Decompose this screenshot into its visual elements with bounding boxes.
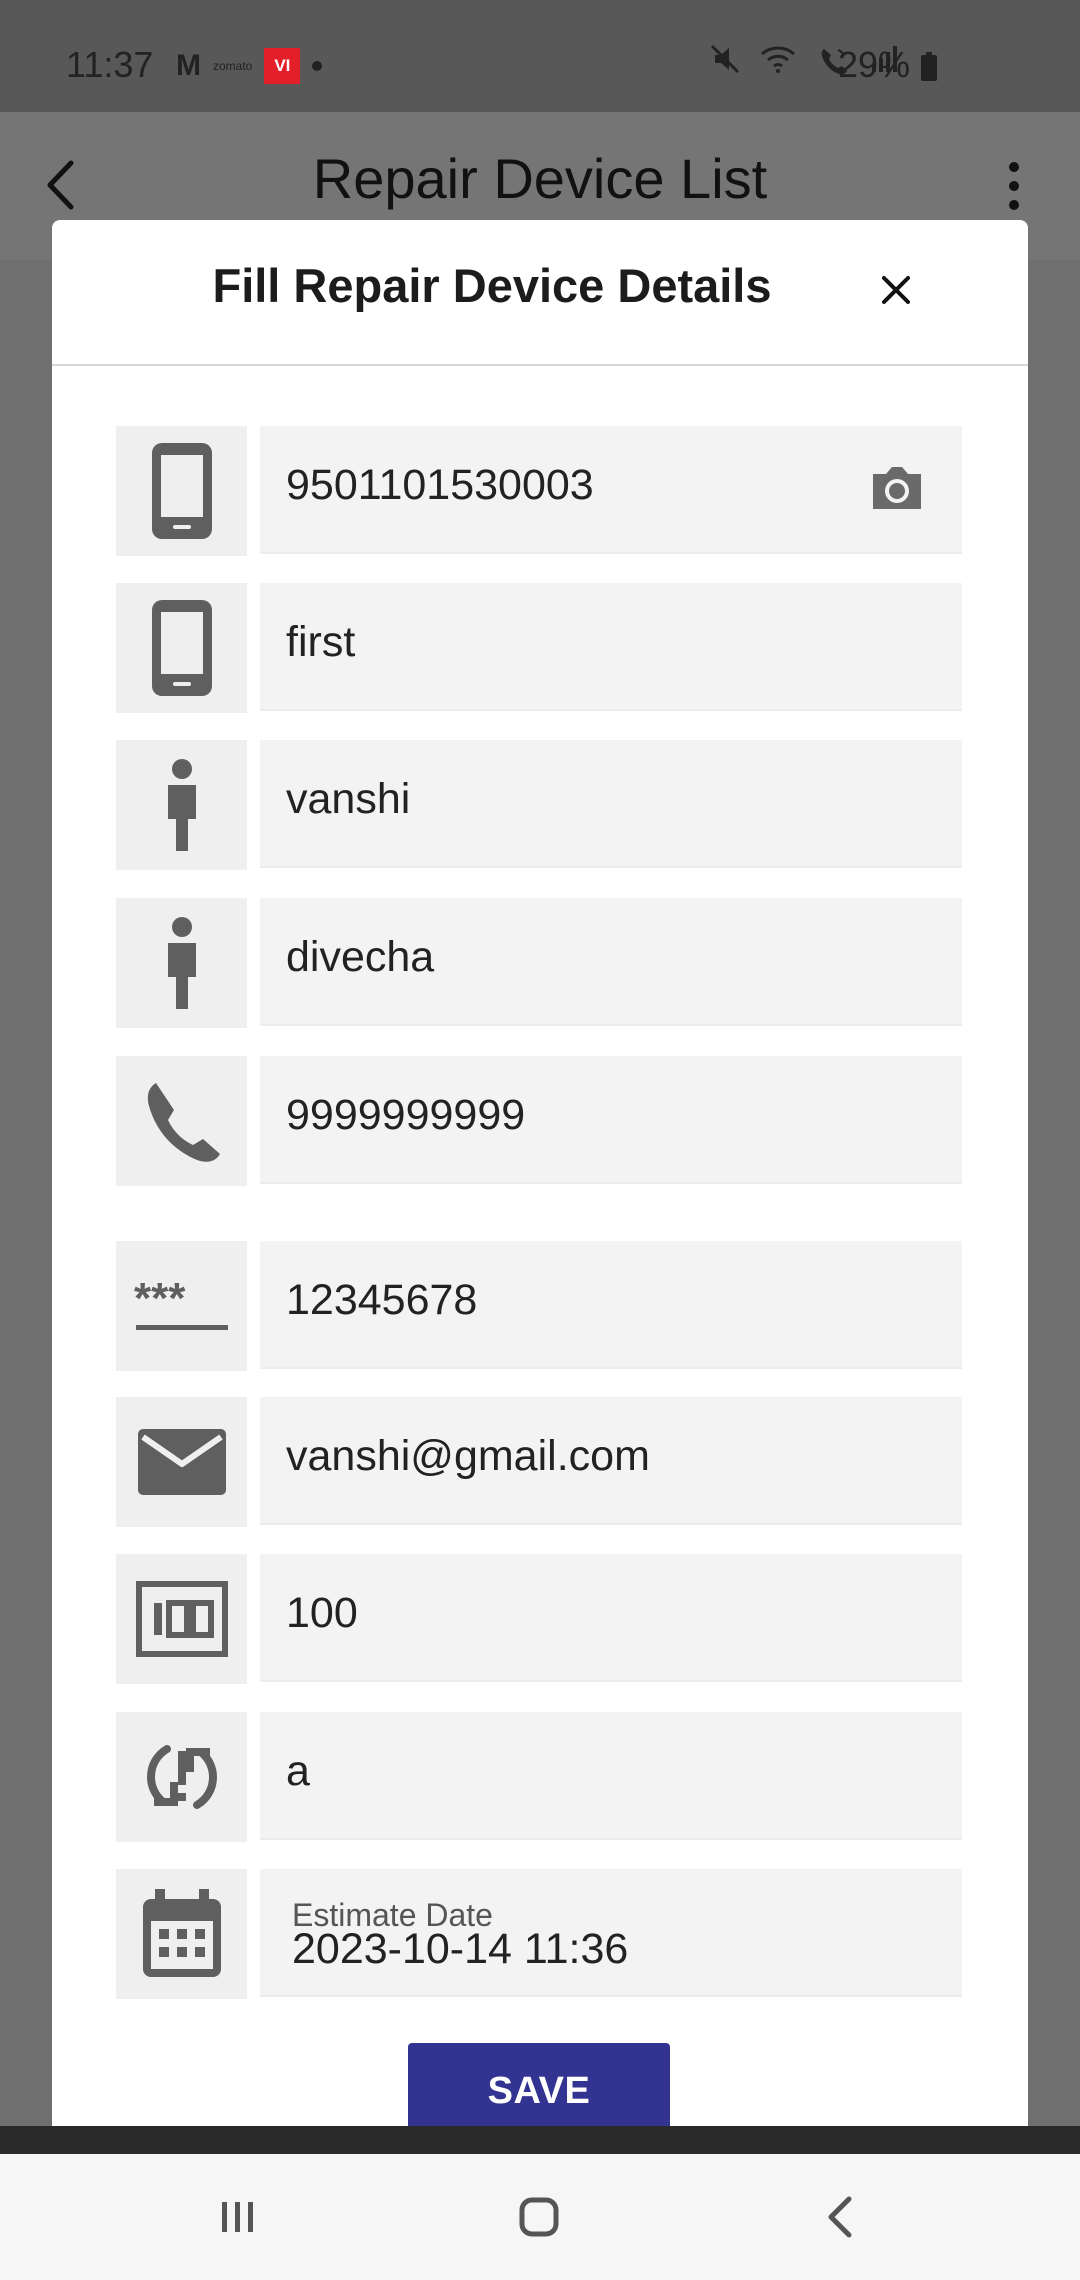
first-name-input[interactable]: vanshi (260, 740, 962, 868)
close-icon[interactable] (874, 268, 918, 312)
sync-problem-icon (146, 1745, 217, 1809)
estimate-date-value: 2023-10-14 11:36 (292, 1925, 629, 1973)
password-input[interactable]: 12345678 (260, 1241, 962, 1369)
estimate-date-input[interactable]: Estimate Date 2023-10-14 11:36 (260, 1869, 962, 1997)
first-name-icon-box (116, 740, 247, 870)
problem-value: a (286, 1747, 310, 1795)
password-icon: *** (134, 1274, 228, 1330)
vi-icon: VI (264, 48, 301, 84)
status-time: 11:37 (66, 44, 154, 85)
battery-percentage: 29% (837, 44, 910, 85)
phone-input[interactable]: 9999999999 (260, 1056, 962, 1184)
overflow-menu-icon[interactable] (1008, 162, 1020, 210)
imei-icon-box (116, 426, 247, 556)
email-icon-box (116, 1397, 247, 1527)
email-input[interactable]: vanshi@gmail.com (260, 1397, 962, 1525)
android-navigation-bar (0, 2154, 1080, 2280)
last-name-row: divecha (116, 898, 962, 1028)
device-name-input[interactable]: first (260, 583, 962, 711)
calendar-icon-box (116, 1869, 247, 1999)
person-icon (167, 917, 196, 1009)
mute-icon (710, 44, 740, 74)
imei-input[interactable]: 9501101530003 (260, 426, 962, 554)
first-name-row: vanshi (116, 740, 962, 870)
email-icon (137, 1429, 226, 1495)
page-title: Repair Device List (312, 147, 768, 210)
home-icon[interactable] (511, 2189, 567, 2245)
camera-icon[interactable] (868, 462, 926, 514)
battery-icon (921, 52, 937, 81)
svg-text:***: *** (134, 1274, 186, 1323)
more-notifications-icon (312, 61, 323, 71)
mobile-phone-icon (151, 600, 212, 696)
email-row: vanshi@gmail.com (116, 1397, 962, 1527)
last-name-input[interactable]: divecha (260, 898, 962, 1026)
repair-device-dialog: Fill Repair Device Details 9501101530003 (52, 220, 1028, 2126)
calendar-icon (142, 1889, 221, 1977)
back-icon[interactable] (813, 2189, 869, 2245)
overflow-dot (1009, 200, 1019, 210)
overflow-dot (1009, 162, 1019, 172)
problem-icon-box (116, 1712, 247, 1842)
imei-value: 9501101530003 (286, 461, 594, 509)
password-value: 12345678 (286, 1276, 478, 1324)
phone-value: 9999999999 (286, 1091, 526, 1139)
device-name-value: first (286, 618, 356, 666)
problem-input[interactable]: a (260, 1712, 962, 1840)
device-name-icon-box (116, 583, 247, 713)
device-name-row: first (116, 583, 962, 713)
password-row: *** 12345678 (116, 1241, 962, 1371)
first-name-value: vanshi (286, 775, 411, 823)
person-icon (167, 759, 196, 851)
problem-row: a (116, 1712, 962, 1842)
dialog-title: Fill Repair Device Details (212, 259, 772, 312)
phone-row: 9999999999 (116, 1056, 962, 1186)
phone-icon-box (116, 1056, 247, 1186)
imei-row: 9501101530003 (116, 426, 962, 556)
wifi-icon (761, 46, 795, 73)
overflow-dot (1009, 181, 1019, 191)
password-icon-box: *** (116, 1241, 247, 1371)
save-button[interactable]: SAVE (408, 2043, 670, 2126)
status-bar: 11:37 M zomato VI 29% (0, 0, 1080, 112)
zomato-icon: zomato (213, 59, 253, 73)
estimate-date-row: Estimate Date 2023-10-14 11:36 (116, 1869, 962, 1999)
recent-apps-icon[interactable] (210, 2189, 266, 2245)
amount-icon-box (116, 1554, 247, 1684)
amount-input[interactable]: 100 (260, 1554, 962, 1682)
gmail-icon: M (176, 49, 201, 82)
last-name-icon-box (116, 898, 247, 1028)
last-name-value: divecha (286, 933, 435, 981)
mobile-phone-icon (151, 443, 212, 539)
status-notification-icons: M zomato VI (176, 48, 323, 84)
dialog-header: Fill Repair Device Details (52, 220, 1028, 366)
phone-icon (147, 1083, 220, 1162)
email-value: vanshi@gmail.com (286, 1432, 650, 1480)
amount-value: 100 (286, 1589, 358, 1637)
amount-row: 100 (116, 1554, 962, 1684)
bottom-divider (0, 2126, 1080, 2154)
amount-icon (135, 1581, 228, 1657)
